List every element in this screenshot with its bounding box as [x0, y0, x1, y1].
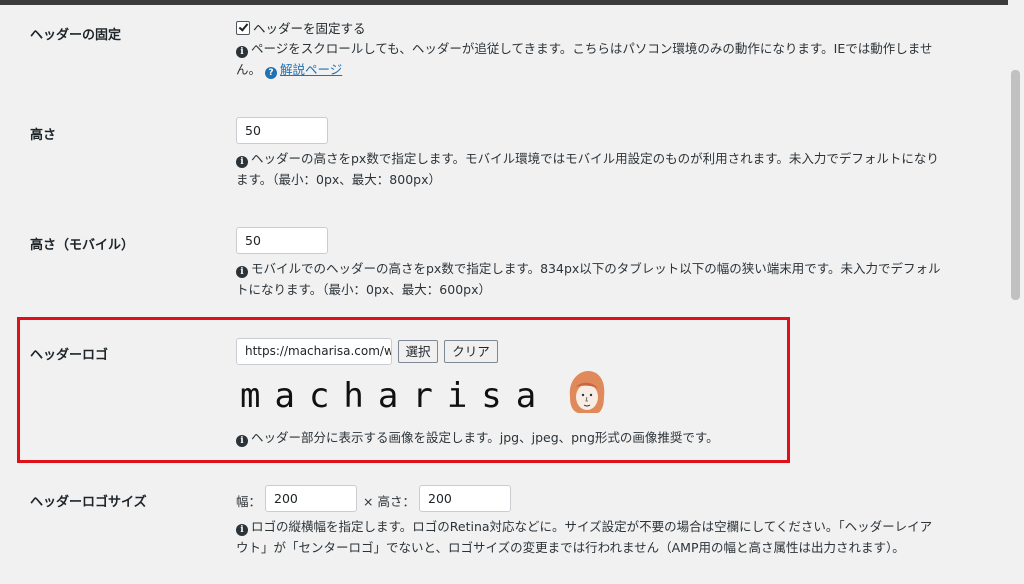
- question-circle-icon[interactable]: ?: [265, 67, 277, 79]
- height-label: 高さ: [30, 128, 57, 143]
- header-fixed-checkbox[interactable]: [236, 21, 250, 35]
- info-circle-icon: i: [236, 524, 248, 536]
- select-image-button[interactable]: 選択: [398, 340, 438, 363]
- header-fixed-desc-line2: ん。: [236, 62, 262, 77]
- header-fixed-label: ヘッダーの固定: [30, 28, 122, 43]
- logo-size-label: ヘッダーロゴサイズ: [30, 495, 147, 510]
- help-page-link[interactable]: 解説ページ: [280, 62, 342, 77]
- logo-size-description: i ロゴの縦横幅を指定します。ロゴのRetina対応などに。サイズ設定が不要の場合…: [236, 516, 976, 558]
- height-size-label: × 高さ：: [363, 494, 415, 509]
- header-logo-desc-text: ヘッダー部分に表示する画像を設定します。jpg、jpeg、png形式の画像推奨で…: [251, 430, 719, 445]
- info-circle-icon: i: [236, 266, 248, 278]
- logo-width-input[interactable]: 200: [265, 485, 357, 512]
- logo-url-input[interactable]: https://macharisa.com/w: [236, 338, 392, 365]
- avatar-face-icon: [569, 371, 605, 413]
- checkmark-icon: [238, 21, 249, 32]
- header-logo-preview: macharisa: [240, 371, 605, 416]
- header-logo-description: i ヘッダー部分に表示する画像を設定します。jpg、jpeg、png形式の画像推奨…: [236, 427, 976, 448]
- height-desc-line1: ヘッダーの高さをpx数で指定します。モバイル環境ではモバイル用設定のものが利用さ…: [251, 151, 939, 166]
- width-label: 幅：: [236, 494, 262, 509]
- header-fixed-checkbox-field[interactable]: ヘッダーを固定する: [236, 18, 366, 37]
- scrollbar-thumb[interactable]: [1011, 70, 1020, 300]
- header-logo-label: ヘッダーロゴ: [30, 348, 109, 363]
- info-circle-icon: i: [236, 156, 248, 168]
- info-circle-icon: i: [236, 435, 248, 447]
- height-mobile-desc-line2: トになります。（最小：0px、最大：600px）: [236, 282, 491, 297]
- logo-wordmark: macharisa: [240, 376, 550, 416]
- height-description: i ヘッダーの高さをpx数で指定します。モバイル環境ではモバイル用設定のものが利用…: [236, 148, 976, 190]
- height-desc-line2: ます。（最小：0px、最大：800px）: [236, 172, 441, 187]
- height-mobile-label: 高さ（モバイル）: [30, 238, 135, 253]
- header-fixed-desc-line1: ページをスクロールしても、ヘッダーが追従してきます。こちらはパソコン環境のみの動…: [251, 41, 933, 56]
- logo-height-input[interactable]: 200: [419, 485, 511, 512]
- height-mobile-input[interactable]: 50: [236, 227, 328, 254]
- header-fixed-description: i ページをスクロールしても、ヘッダーが追従してきます。こちらはパソコン環境のみの…: [236, 38, 976, 80]
- logo-size-desc-line1: ロゴの縦横幅を指定します。ロゴのRetina対応などに。サイズ設定が不要の場合は…: [251, 519, 933, 534]
- clear-image-button[interactable]: クリア: [444, 340, 498, 363]
- logo-size-desc-line2: ウト」が「センターロゴ」でないと、ロゴサイズの変更までは行われません（AMP用の…: [236, 540, 905, 555]
- height-mobile-desc-line1: モバイルでのヘッダーの高さをpx数で指定します。834px以下のタブレット以下の…: [251, 261, 941, 276]
- height-mobile-description: i モバイルでのヘッダーの高さをpx数で指定します。834px以下のタブレット以下…: [236, 258, 976, 300]
- height-input[interactable]: 50: [236, 117, 328, 144]
- info-circle-icon: i: [236, 46, 248, 58]
- header-fixed-checkbox-label[interactable]: ヘッダーを固定する: [253, 21, 366, 36]
